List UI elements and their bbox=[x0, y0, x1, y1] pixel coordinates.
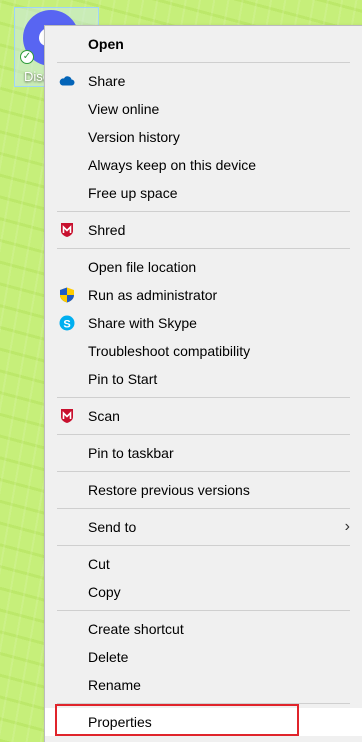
menu-item-restore-previous-versions[interactable]: Restore previous versions bbox=[45, 476, 362, 504]
mcafee-shield-icon bbox=[61, 223, 73, 237]
menu-item-label: Create shortcut bbox=[88, 621, 184, 637]
menu-item-troubleshoot[interactable]: Troubleshoot compatibility bbox=[45, 337, 362, 365]
menu-separator bbox=[57, 703, 350, 704]
menu-item-label: Scan bbox=[88, 408, 120, 424]
menu-item-open[interactable]: Open bbox=[45, 30, 362, 58]
menu-item-create-shortcut[interactable]: Create shortcut bbox=[45, 615, 362, 643]
menu-item-label: Rename bbox=[88, 677, 141, 693]
context-menu: Open Share View online Version history A… bbox=[44, 25, 362, 742]
menu-item-send-to[interactable]: Send to › bbox=[45, 513, 362, 541]
sync-check-icon: ✓ bbox=[20, 50, 34, 64]
menu-item-label: Restore previous versions bbox=[88, 482, 250, 498]
menu-item-share-with-skype[interactable]: S Share with Skype bbox=[45, 309, 362, 337]
menu-item-cut[interactable]: Cut bbox=[45, 550, 362, 578]
menu-item-always-keep[interactable]: Always keep on this device bbox=[45, 151, 362, 179]
menu-item-pin-to-start[interactable]: Pin to Start bbox=[45, 365, 362, 393]
menu-item-label: View online bbox=[88, 101, 160, 117]
menu-separator bbox=[57, 545, 350, 546]
menu-item-label: Copy bbox=[88, 584, 121, 600]
skype-icon: S bbox=[59, 315, 75, 331]
menu-item-rename[interactable]: Rename bbox=[45, 671, 362, 699]
menu-item-label: Delete bbox=[88, 649, 129, 665]
menu-separator bbox=[57, 508, 350, 509]
menu-item-pin-to-taskbar[interactable]: Pin to taskbar bbox=[45, 439, 362, 467]
menu-item-view-online[interactable]: View online bbox=[45, 95, 362, 123]
menu-item-copy[interactable]: Copy bbox=[45, 578, 362, 606]
onedrive-cloud-icon bbox=[59, 76, 75, 86]
menu-item-label: Pin to Start bbox=[88, 371, 158, 387]
uac-shield-icon bbox=[60, 287, 74, 303]
menu-separator bbox=[57, 397, 350, 398]
menu-separator bbox=[57, 62, 350, 63]
menu-item-scan[interactable]: Scan bbox=[45, 402, 362, 430]
menu-item-label: Shred bbox=[88, 222, 126, 238]
menu-item-label: Cut bbox=[88, 556, 110, 572]
menu-item-label: Send to bbox=[88, 519, 137, 535]
menu-item-label: Properties bbox=[88, 714, 152, 730]
menu-item-label: Always keep on this device bbox=[88, 157, 257, 173]
menu-separator bbox=[57, 211, 350, 212]
menu-item-label: Open file location bbox=[88, 259, 197, 275]
menu-item-version-history[interactable]: Version history bbox=[45, 123, 362, 151]
menu-item-label: Free up space bbox=[88, 185, 178, 201]
menu-item-label: Run as administrator bbox=[88, 287, 218, 303]
menu-item-properties[interactable]: Properties bbox=[45, 708, 362, 736]
menu-separator bbox=[57, 471, 350, 472]
menu-item-shred[interactable]: Shred bbox=[45, 216, 362, 244]
menu-item-label: Version history bbox=[88, 129, 180, 145]
menu-item-label: Share with Skype bbox=[88, 315, 197, 331]
menu-item-free-up-space[interactable]: Free up space bbox=[45, 179, 362, 207]
menu-item-label: Pin to taskbar bbox=[88, 445, 174, 461]
mcafee-shield-icon bbox=[61, 409, 73, 423]
svg-text:S: S bbox=[63, 319, 70, 331]
menu-separator bbox=[57, 434, 350, 435]
menu-item-label: Open bbox=[88, 36, 124, 52]
menu-item-share[interactable]: Share bbox=[45, 67, 362, 95]
menu-item-label: Share bbox=[88, 73, 126, 89]
menu-item-label: Troubleshoot compatibility bbox=[88, 343, 251, 359]
chevron-right-icon: › bbox=[344, 518, 350, 535]
menu-item-delete[interactable]: Delete bbox=[45, 643, 362, 671]
menu-item-run-as-admin[interactable]: Run as administrator bbox=[45, 281, 362, 309]
menu-separator bbox=[57, 610, 350, 611]
menu-separator bbox=[57, 248, 350, 249]
menu-item-open-file-location[interactable]: Open file location bbox=[45, 253, 362, 281]
